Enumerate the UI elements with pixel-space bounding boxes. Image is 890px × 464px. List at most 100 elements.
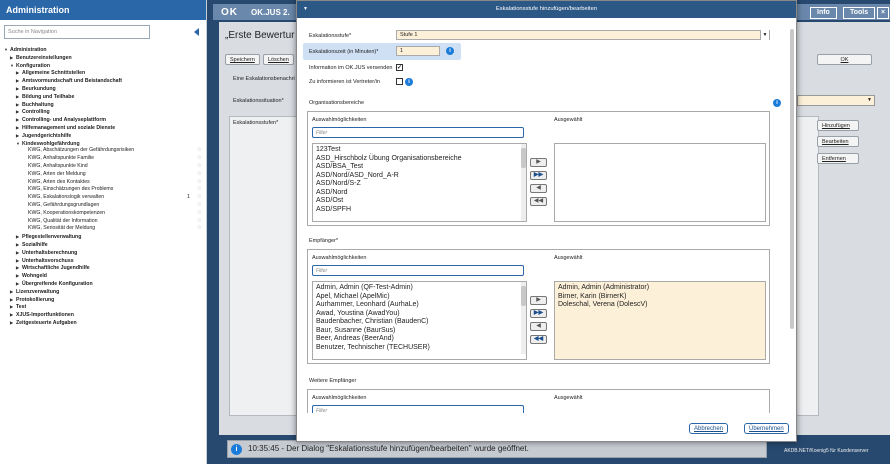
tree-item[interactable]: KWG, Anhaltspunkte Familie ☆ — [4, 155, 204, 163]
tree-item[interactable]: ▼ Konfiguration — [4, 62, 204, 70]
remove-selected-button[interactable]: ◀ — [530, 184, 547, 193]
delete-button[interactable]: Löschen — [263, 54, 294, 65]
list-item[interactable]: ASD_Hirschbolz Übung Organisationsbereic… — [316, 155, 523, 164]
recipients-selected-list[interactable]: Admin, Admin (Administrator) Birner, Kari… — [554, 281, 766, 360]
add-selected-button[interactable]: ▶ — [530, 158, 547, 167]
list-item[interactable]: Doleschal, Verena (DolescV) — [558, 301, 762, 310]
star-icon[interactable]: ☆ — [197, 155, 202, 163]
star-icon[interactable]: ☆ — [197, 194, 202, 202]
list-item[interactable]: Apel, Michael (ApelMic) — [316, 293, 523, 302]
tree-item[interactable]: ▶ Controlling- und Analyseplattform — [4, 116, 204, 124]
tree-item[interactable]: ▶ Lizenzverwaltung — [4, 288, 204, 296]
tree-item[interactable]: ▼ Kindeswohlgefährdung — [4, 140, 204, 148]
tree-item[interactable]: KWG, Seriosität der Meldung ☆ — [4, 225, 204, 233]
star-icon[interactable]: ☆ — [197, 147, 202, 155]
tree-item[interactable]: ▶ Übergreifende Konfiguration — [4, 280, 204, 288]
escalation-situation-select[interactable]: ▼ — [797, 95, 875, 106]
list-item[interactable]: Baudenbacher, Christian (BaudenC) — [316, 318, 523, 327]
tree-item[interactable]: ▶ Unterhaltsberechnung — [4, 249, 204, 257]
info-icon[interactable]: i — [773, 99, 781, 107]
tree-item[interactable]: KWG, Eskalationslogik verwalten 1 ☆ — [4, 194, 204, 202]
tree-item[interactable]: KWG, Gefährdungsgrundlagen ☆ — [4, 202, 204, 210]
recipients-options-list[interactable]: Admin, Admin (QF-Test-Admin) Apel, Michae… — [312, 281, 527, 360]
list-item[interactable]: Baur, Susanne (BaurSus) — [316, 327, 523, 336]
org-filter-input[interactable]: Filter — [312, 127, 524, 138]
tree-item[interactable]: ▶ Unterhaltsvorschuss — [4, 257, 204, 265]
tree-item[interactable]: ▶ Protokollierung — [4, 296, 204, 304]
edit-button[interactable]: Bearbeiten — [817, 136, 859, 147]
tree-item[interactable]: KWG, Kooperationskompetenzen ☆ — [4, 210, 204, 218]
tree-item[interactable]: ▼ Administration — [4, 46, 204, 54]
apply-button[interactable]: Übernehmen — [744, 423, 789, 434]
navigation-search-input[interactable]: Suche in Navigation — [4, 25, 150, 39]
remove-selected-button[interactable]: ◀ — [530, 322, 547, 331]
org-list-scrollbar[interactable] — [521, 144, 526, 221]
tree-item[interactable]: KWG, Arten der Meldung ☆ — [4, 171, 204, 179]
tree-item[interactable]: ▶ Sozialhilfe — [4, 241, 204, 249]
tree-item[interactable]: ▶ Buchhaltung — [4, 101, 204, 109]
tree-item[interactable]: ▶ Pflegestellenverwaltung — [4, 233, 204, 241]
list-item[interactable]: Admin, Admin (Administrator) — [558, 284, 762, 293]
remove-all-button[interactable]: ◀◀ — [530, 335, 547, 344]
tree-item[interactable]: ▶ Wohngeld — [4, 272, 204, 280]
star-icon[interactable]: ☆ — [197, 171, 202, 179]
list-item[interactable]: ASD/SPFH — [316, 206, 523, 215]
tree-item[interactable]: KWG, Arten des Kontaktes ☆ — [4, 179, 204, 187]
list-item[interactable]: Beer, Andreas (BeerAnd) — [316, 335, 523, 344]
close-icon[interactable]: × — [877, 7, 890, 19]
tree-item[interactable]: ▶ Wirtschaftliche Jugendhilfe — [4, 264, 204, 272]
add-selected-button[interactable]: ▶ — [530, 296, 547, 305]
tools-button[interactable]: Tools — [843, 7, 876, 19]
tree-item[interactable]: ▶ Allgemeine Schnittstellen — [4, 69, 204, 77]
tree-item[interactable]: ▶ Benutzereinstellungen — [4, 54, 204, 62]
add-button[interactable]: Hinzufügen — [817, 120, 859, 131]
dialog-menu-icon[interactable]: ▼ — [303, 1, 308, 18]
info-button[interactable]: Info — [810, 7, 837, 19]
list-item[interactable]: ASD/Nord — [316, 189, 523, 198]
tree-item[interactable]: KWG, Einschätzungen des Problems ☆ — [4, 186, 204, 194]
tree-item[interactable]: KWG, Abschätzungen der Gefährdungsrisike… — [4, 147, 204, 155]
tree-item[interactable]: ▶ Bildung und Teilhabe — [4, 93, 204, 101]
deputy-checkbox[interactable] — [396, 78, 403, 85]
star-icon[interactable]: ☆ — [197, 163, 202, 171]
tree-item[interactable]: ▶ Beurkundung — [4, 85, 204, 93]
tree-item[interactable]: ▶ Amtsvormundschaft und Beistandschaft — [4, 77, 204, 85]
list-item[interactable]: Awad, Youstina (AwadYou) — [316, 310, 523, 319]
list-item[interactable]: ASD/Ost — [316, 197, 523, 206]
tree-item[interactable]: ▶ XJUS-Importfunktionen — [4, 311, 204, 319]
tree-item[interactable]: ▶ Test — [4, 303, 204, 311]
recipients-list-scrollbar[interactable] — [521, 282, 526, 354]
list-item[interactable]: Aurhammer, Leonhard (AurhaLe) — [316, 301, 523, 310]
tree-item[interactable]: ▶ Hilfemanagement und soziale Dienste — [4, 124, 204, 132]
list-item[interactable]: ASD/Nord/ASD_Nord_A-R — [316, 172, 523, 181]
star-icon[interactable]: ☆ — [197, 202, 202, 210]
add-all-button[interactable]: ▶▶ — [530, 171, 547, 180]
tree-item[interactable]: KWG, Anhaltspunkte Kind ☆ — [4, 163, 204, 171]
list-item[interactable]: Benutzer, Technischer (TECHUSER) — [316, 344, 523, 353]
add-all-button[interactable]: ▶▶ — [530, 309, 547, 318]
star-icon[interactable]: ☆ — [197, 210, 202, 218]
info-icon[interactable]: i — [405, 78, 413, 86]
list-item[interactable]: Birner, Karin (BirnerK) — [558, 293, 762, 302]
star-icon[interactable]: ☆ — [197, 225, 202, 233]
cancel-button[interactable]: Abbrechen — [689, 423, 729, 434]
remove-button[interactable]: Entfernen — [817, 153, 859, 164]
tree-item[interactable]: ▶ Jugendgerichtshilfe — [4, 132, 204, 140]
collapse-panel-icon[interactable] — [194, 28, 199, 36]
org-options-list[interactable]: 123Test ASD_Hirschbolz Übung Organisation… — [312, 143, 527, 222]
tree-item[interactable]: ▶ Controlling — [4, 108, 204, 116]
chevron-down-icon[interactable]: ▼ — [760, 30, 769, 40]
list-item[interactable]: Admin, Admin (QF-Test-Admin) — [316, 284, 523, 293]
stage-select[interactable]: Stufe 1 ▼ — [396, 30, 770, 40]
save-button[interactable]: Speichern — [225, 54, 260, 65]
info-icon[interactable]: i — [446, 47, 454, 55]
ok-button[interactable]: OK — [817, 54, 872, 65]
time-input[interactable]: 1 — [396, 46, 440, 56]
dialog-scrollbar[interactable] — [789, 21, 795, 411]
org-selected-list[interactable] — [554, 143, 766, 222]
tree-item[interactable]: ▶ Zeitgesteuerte Aufgaben — [4, 319, 204, 327]
star-icon[interactable]: ☆ — [197, 186, 202, 194]
tree-item[interactable]: KWG, Qualität der Information ☆ — [4, 218, 204, 226]
info-checkbox[interactable]: ✓ — [396, 64, 403, 71]
list-item[interactable]: ASD/Nord/S-Z — [316, 180, 523, 189]
